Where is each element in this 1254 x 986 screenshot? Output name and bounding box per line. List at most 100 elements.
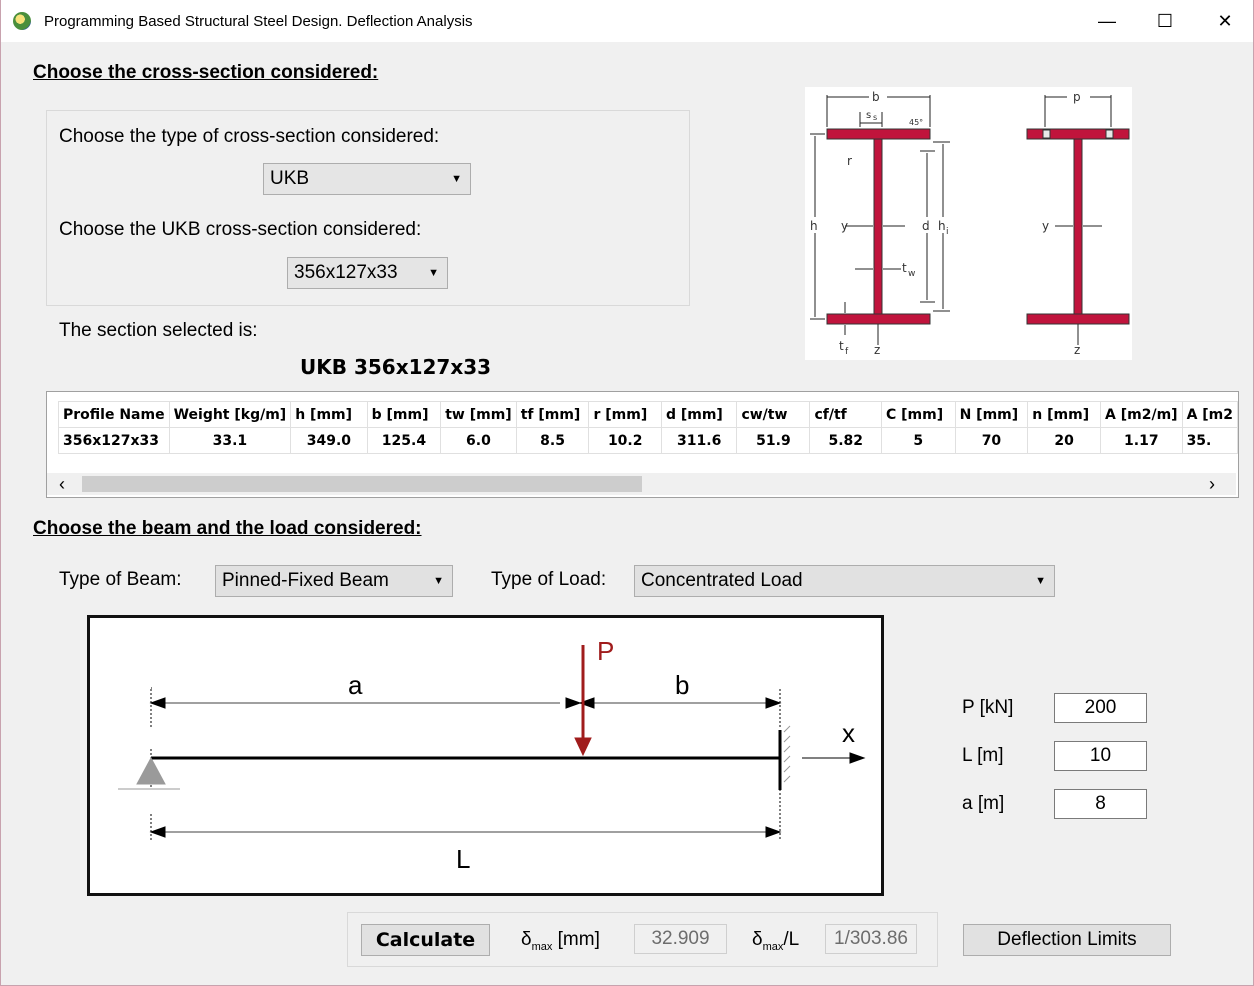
beam-diagram: a b L x P bbox=[118, 636, 866, 874]
dmax-output: 32.909 bbox=[634, 924, 727, 954]
chevron-down-icon: ▼ bbox=[428, 267, 439, 279]
load-type-label: Type of Load: bbox=[491, 569, 607, 590]
cell[interactable]: 5.82 bbox=[809, 427, 882, 454]
scroll-right-icon[interactable]: › bbox=[1209, 473, 1215, 495]
selected-section-label: The section selected is: bbox=[59, 320, 258, 341]
chevron-down-icon: ▼ bbox=[1035, 575, 1046, 587]
dmax-symbol: δ bbox=[521, 929, 532, 950]
column-header[interactable]: r [mm] bbox=[588, 401, 662, 428]
selected-section-value: UKB 356x127x33 bbox=[300, 355, 492, 379]
fig-label-hi-sub: i bbox=[946, 227, 949, 237]
fig-label-b: b bbox=[872, 90, 880, 104]
column-header[interactable]: A [m2/m] bbox=[1100, 401, 1183, 428]
fig-label-z: z bbox=[874, 343, 880, 357]
ratio-suffix: /L bbox=[783, 929, 800, 950]
beam-load-heading: Choose the beam and the load considered: bbox=[33, 518, 422, 539]
fig-label-tw-sub: w bbox=[908, 269, 915, 279]
dim-label-L: L bbox=[456, 844, 470, 874]
cross-section-figure: b s s 45° r h y d h i t w t f z p y z bbox=[805, 87, 1132, 360]
ratio-subscript: max bbox=[762, 940, 784, 953]
column-header[interactable]: cw/tw bbox=[736, 401, 811, 428]
beam-type-label: Type of Beam: bbox=[59, 569, 182, 590]
cell[interactable]: 349.0 bbox=[290, 427, 368, 454]
fig-label-h: h bbox=[810, 219, 818, 233]
l-label: L [m] bbox=[962, 745, 1004, 766]
window-border-left bbox=[0, 0, 1, 986]
column-header[interactable]: Profile Name bbox=[58, 401, 170, 428]
a-label: a [m] bbox=[962, 793, 1005, 814]
column-header[interactable]: Weight [kg/m] bbox=[168, 401, 292, 428]
cell[interactable]: 356x127x33 bbox=[58, 427, 170, 454]
load-type-select[interactable]: Concentrated Load ▼ bbox=[634, 565, 1055, 597]
title-bar: Programming Based Structural Steel Desig… bbox=[0, 0, 1254, 42]
app-icon bbox=[13, 12, 31, 30]
fig-label-tf: t bbox=[839, 339, 844, 353]
column-header[interactable]: n [mm] bbox=[1027, 401, 1102, 428]
column-header[interactable]: h [mm] bbox=[290, 401, 368, 428]
cell[interactable]: 10.2 bbox=[588, 427, 662, 454]
cell[interactable]: 5 bbox=[880, 427, 956, 454]
column-header[interactable]: cf/tf bbox=[809, 401, 882, 428]
dmax-unit: [mm] bbox=[552, 929, 600, 950]
ratio-output: 1/303.86 bbox=[825, 924, 917, 954]
column-header[interactable]: C [mm] bbox=[880, 401, 956, 428]
beam-diagram-box: a b L x P bbox=[87, 615, 884, 896]
cell[interactable]: 35. bbox=[1181, 427, 1239, 454]
cell[interactable]: 311.6 bbox=[660, 427, 738, 454]
column-header[interactable]: A [m2 bbox=[1181, 401, 1239, 428]
cell[interactable]: 20 bbox=[1027, 427, 1102, 454]
section-size-select[interactable]: 356x127x33 ▼ bbox=[287, 257, 448, 289]
calculate-button[interactable]: Calculate bbox=[361, 924, 490, 956]
fig-label-p: p bbox=[1073, 90, 1081, 104]
p-label: P [kN] bbox=[962, 697, 1014, 718]
fig-label-s-sub: s bbox=[873, 113, 877, 122]
column-header[interactable]: tf [mm] bbox=[515, 401, 590, 428]
table-row[interactable]: 356x127x33 33.1 349.0 125.4 6.0 8.5 10.2… bbox=[58, 427, 1239, 454]
ratio-symbol: δ bbox=[752, 929, 763, 950]
window-title: Programming Based Structural Steel Desig… bbox=[44, 13, 473, 30]
fig-label-s: s bbox=[866, 110, 871, 121]
dmax-label: δmax [mm] bbox=[521, 929, 600, 953]
section-type-label: Choose the type of cross-section conside… bbox=[59, 126, 440, 147]
column-header[interactable]: b [mm] bbox=[366, 401, 442, 428]
chevron-down-icon: ▼ bbox=[451, 173, 462, 185]
properties-table-frame: Profile Name Weight [kg/m] h [mm] b [mm]… bbox=[46, 391, 1239, 498]
section-type-value: UKB bbox=[270, 168, 310, 189]
dmax-subscript: max bbox=[531, 940, 553, 953]
dim-label-a: a bbox=[348, 670, 363, 700]
maximize-button[interactable]: ☐ bbox=[1136, 0, 1194, 42]
horizontal-scrollbar[interactable]: ‹ › bbox=[47, 473, 1236, 495]
scroll-left-icon[interactable]: ‹ bbox=[59, 473, 65, 495]
cell[interactable]: 70 bbox=[954, 427, 1029, 454]
fig-label-z2: z bbox=[1074, 343, 1080, 357]
fig-label-d: d bbox=[922, 219, 930, 233]
cell[interactable]: 125.4 bbox=[366, 427, 442, 454]
dim-label-b: b bbox=[675, 670, 689, 700]
fig-label-hi: h bbox=[938, 219, 946, 233]
minimize-button[interactable]: — bbox=[1078, 0, 1136, 42]
section-type-select[interactable]: UKB ▼ bbox=[263, 163, 471, 195]
column-header[interactable]: d [mm] bbox=[660, 401, 738, 428]
cell[interactable]: 33.1 bbox=[168, 427, 292, 454]
cell[interactable]: 8.5 bbox=[515, 427, 590, 454]
deflection-limits-button[interactable]: Deflection Limits bbox=[963, 924, 1171, 956]
beam-type-select[interactable]: Pinned-Fixed Beam ▼ bbox=[215, 565, 453, 597]
properties-table: Profile Name Weight [kg/m] h [mm] b [mm]… bbox=[58, 401, 1239, 454]
load-type-value: Concentrated Load bbox=[641, 570, 803, 591]
close-button[interactable]: ✕ bbox=[1196, 0, 1254, 42]
load-label-P: P bbox=[597, 636, 614, 666]
l-input[interactable]: 10 bbox=[1054, 741, 1147, 771]
chevron-down-icon: ▼ bbox=[433, 575, 444, 587]
fig-label-y: y bbox=[841, 219, 848, 233]
scrollbar-thumb[interactable] bbox=[82, 476, 642, 492]
column-header[interactable]: N [mm] bbox=[954, 401, 1029, 428]
beam-type-value: Pinned-Fixed Beam bbox=[222, 570, 389, 591]
cell[interactable]: 6.0 bbox=[440, 427, 517, 454]
section-size-label: Choose the UKB cross-section considered: bbox=[59, 219, 422, 240]
cell[interactable]: 1.17 bbox=[1100, 427, 1183, 454]
a-input[interactable]: 8 bbox=[1054, 789, 1147, 819]
column-header[interactable]: tw [mm] bbox=[440, 401, 517, 428]
fig-label-45: 45° bbox=[909, 118, 923, 127]
p-input[interactable]: 200 bbox=[1054, 693, 1147, 723]
cell[interactable]: 51.9 bbox=[736, 427, 811, 454]
